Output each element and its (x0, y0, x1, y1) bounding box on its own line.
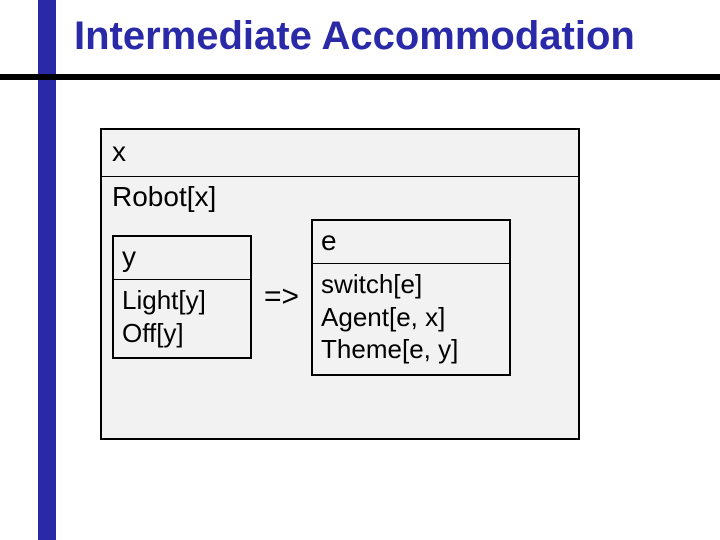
outer-declaration: x (102, 130, 578, 177)
antecedent-declaration: y (114, 237, 250, 280)
antecedent-line-1: Light[y] (122, 284, 242, 317)
left-accent-bar (38, 0, 56, 540)
consequent-line-1: switch[e] (321, 268, 501, 301)
consequent-box: e switch[e] Agent[e, x] Theme[e, y] (311, 219, 511, 376)
antecedent-box: y Light[y] Off[y] (112, 235, 252, 359)
implication-row: y Light[y] Off[y] => e switch[e] Agent[e… (112, 219, 568, 376)
consequent-line-2: Agent[e, x] (321, 301, 501, 334)
antecedent-line-2: Off[y] (122, 317, 242, 350)
implies-arrow: => (262, 280, 301, 314)
title-underline (0, 74, 720, 80)
outer-drs-box: x Robot[x] y Light[y] Off[y] => e switch… (100, 128, 580, 440)
consequent-line-3: Theme[e, y] (321, 333, 501, 366)
consequent-declaration: e (313, 221, 509, 264)
page-title: Intermediate Accommodation (74, 14, 635, 59)
consequent-body: switch[e] Agent[e, x] Theme[e, y] (313, 264, 509, 374)
outer-predicate: Robot[x] (112, 181, 568, 213)
outer-body: Robot[x] y Light[y] Off[y] => e switch[e… (102, 177, 578, 386)
antecedent-body: Light[y] Off[y] (114, 280, 250, 357)
